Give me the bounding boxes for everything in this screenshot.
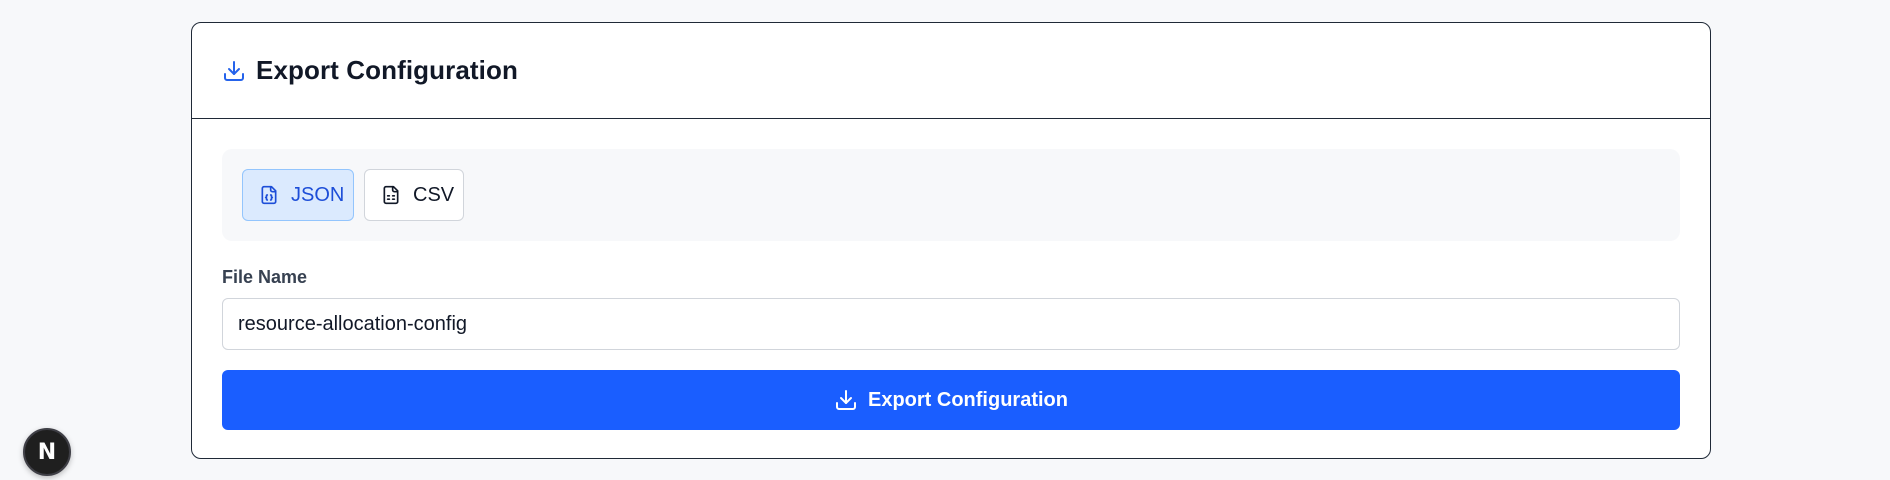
dev-badge-letter: N — [37, 439, 57, 465]
card-title: Export Configuration — [256, 55, 518, 85]
file-name-label: File Name — [222, 267, 308, 287]
format-json-label: JSON — [291, 183, 345, 206]
export-configuration-button[interactable]: Export Configuration — [222, 370, 1680, 430]
file-spreadsheet-icon — [381, 184, 401, 206]
format-json-button[interactable]: JSON — [242, 169, 354, 221]
download-icon — [834, 388, 858, 412]
download-icon — [222, 59, 246, 83]
card-body: JSON CSV File Name resource-allocation-c… — [192, 119, 1710, 430]
file-name-input[interactable] — [222, 298, 1680, 350]
format-csv-button[interactable]: CSV — [364, 169, 464, 221]
export-button-label: Export Configuration — [868, 388, 1068, 411]
format-csv-label: CSV — [413, 183, 455, 206]
export-config-card: Export Configuration JSON CSV File Name … — [191, 22, 1711, 459]
nextjs-logo-icon[interactable]: N — [23, 428, 71, 476]
file-json-icon — [259, 184, 279, 206]
format-selector: JSON CSV — [222, 149, 1680, 241]
card-header: Export Configuration — [192, 23, 1710, 119]
